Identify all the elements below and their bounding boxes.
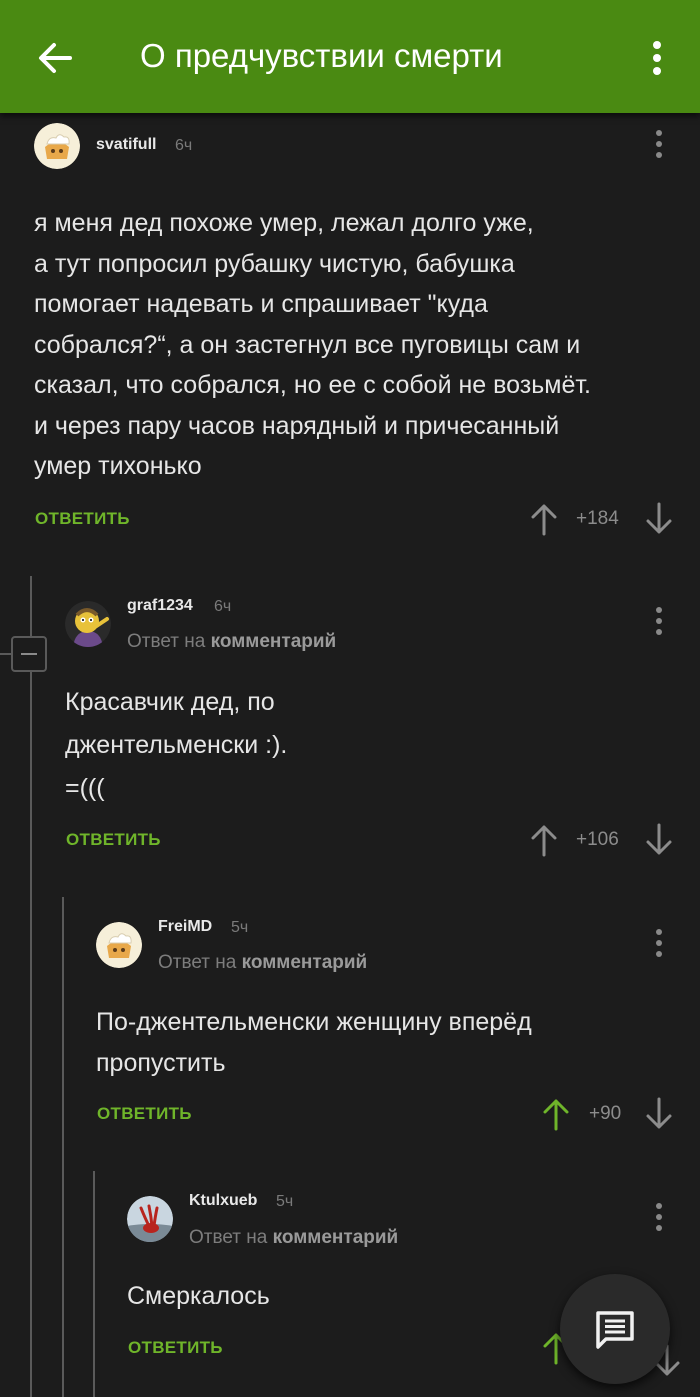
comment-menu-button[interactable] xyxy=(649,926,669,960)
comment-score: +90 xyxy=(589,1103,622,1124)
more-vertical-icon xyxy=(653,41,661,75)
username[interactable]: Ktulxueb xyxy=(189,1192,257,1210)
arrow-down-icon xyxy=(646,1097,672,1129)
upvote-button[interactable] xyxy=(529,502,559,536)
thread-line-level-3 xyxy=(93,1171,95,1397)
arrow-down-icon xyxy=(646,502,672,534)
reply-to-label: Ответ на комментарий xyxy=(127,631,336,653)
arrow-down-icon xyxy=(646,823,672,855)
page-title: О предчувствии смерти xyxy=(140,37,503,74)
reply-button[interactable]: ОТВЕТИТЬ xyxy=(97,1104,192,1124)
username[interactable]: FreiMD xyxy=(158,918,212,936)
comment-menu-button[interactable] xyxy=(649,127,669,161)
arrow-up-icon xyxy=(531,504,557,536)
back-button[interactable] xyxy=(36,38,76,78)
comment-menu-button[interactable] xyxy=(649,604,669,638)
reply-to-link[interactable]: комментарий xyxy=(211,631,337,652)
avatar[interactable] xyxy=(34,123,80,169)
comment-score: +106 xyxy=(576,829,619,850)
comment-score: +184 xyxy=(576,508,619,529)
upvote-button[interactable] xyxy=(529,823,559,857)
comment-text: я меня дед похоже умер, лежал долго уже,… xyxy=(34,209,591,480)
comment-text: Смеркалось xyxy=(127,1282,270,1310)
upvote-button[interactable] xyxy=(541,1097,571,1131)
write-comment-button[interactable] xyxy=(560,1274,670,1384)
comment-text: Красавчик дед, по джентельменски :). =((… xyxy=(65,688,288,802)
reply-to-link[interactable]: комментарий xyxy=(242,952,368,973)
arrow-up-icon xyxy=(531,825,557,857)
avatar[interactable] xyxy=(65,601,111,647)
more-vertical-icon xyxy=(656,1203,662,1231)
comment-time: 5ч xyxy=(231,919,249,936)
username[interactable]: graf1234 xyxy=(127,597,193,615)
username[interactable]: svatifull xyxy=(96,136,156,154)
collapse-thread-button[interactable] xyxy=(11,636,47,672)
reply-button[interactable]: ОТВЕТИТЬ xyxy=(66,830,161,850)
comment-text: По-джентельменски женщину вперёд пропуст… xyxy=(96,1008,532,1077)
reply-button[interactable]: ОТВЕТИТЬ xyxy=(35,509,130,529)
downvote-button[interactable] xyxy=(644,502,674,536)
reply-to-label: Ответ на комментарий xyxy=(158,952,367,974)
reply-to-label: Ответ на комментарий xyxy=(189,1227,398,1249)
app-bar: О предчувствии смерти xyxy=(0,0,700,113)
downvote-button[interactable] xyxy=(644,823,674,857)
reply-to-prefix: Ответ на xyxy=(189,1227,268,1248)
comment-time: 6ч xyxy=(175,137,193,154)
downvote-button[interactable] xyxy=(644,1097,674,1131)
reply-to-link[interactable]: комментарий xyxy=(273,1227,399,1248)
more-menu-button[interactable] xyxy=(640,38,674,78)
comment-time: 5ч xyxy=(276,1193,294,1210)
thread-tick xyxy=(0,653,11,655)
arrow-up-icon xyxy=(543,1099,569,1131)
reply-button[interactable]: ОТВЕТИТЬ xyxy=(128,1338,223,1358)
comment-time: 6ч xyxy=(214,598,232,615)
comment-icon xyxy=(596,1311,634,1349)
arrow-left-icon xyxy=(39,43,72,73)
avatar[interactable] xyxy=(127,1196,173,1242)
more-vertical-icon xyxy=(656,929,662,957)
reply-to-prefix: Ответ на xyxy=(127,631,206,652)
reply-to-prefix: Ответ на xyxy=(158,952,237,973)
more-vertical-icon xyxy=(656,607,662,635)
thread-line-level-1 xyxy=(30,576,32,1397)
comment-menu-button[interactable] xyxy=(649,1200,669,1234)
avatar[interactable] xyxy=(96,922,142,968)
thread-line-level-2 xyxy=(62,897,64,1397)
more-vertical-icon xyxy=(656,130,662,158)
